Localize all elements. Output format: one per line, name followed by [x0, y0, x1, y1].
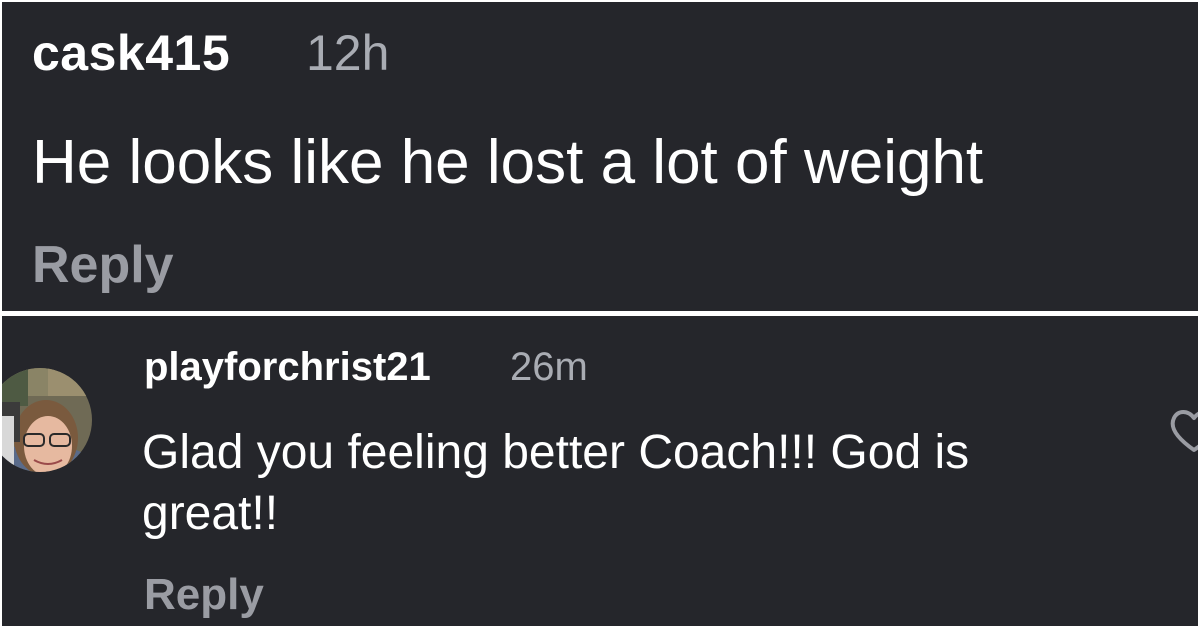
reply-button[interactable]: Reply	[32, 235, 174, 295]
comment-username[interactable]: playforchrist21	[144, 345, 431, 390]
avatar[interactable]	[2, 346, 92, 492]
comment-username[interactable]: cask415	[32, 24, 230, 82]
comment-text: He looks like he lost a lot of weight	[32, 128, 984, 197]
comment-timestamp: 12h	[306, 25, 390, 81]
reply-button[interactable]: Reply	[144, 570, 264, 620]
comment-timestamp: 26m	[510, 345, 588, 389]
comment-cask415: cask415 12h He looks like he lost a lot …	[2, 2, 1198, 311]
comment-playforchrist21: playforchrist21 26m Glad you feeling bet…	[2, 316, 1198, 626]
comment-text: Glad you feeling better Coach!!! God is …	[142, 426, 970, 540]
heart-outline-icon[interactable]	[1164, 400, 1198, 460]
